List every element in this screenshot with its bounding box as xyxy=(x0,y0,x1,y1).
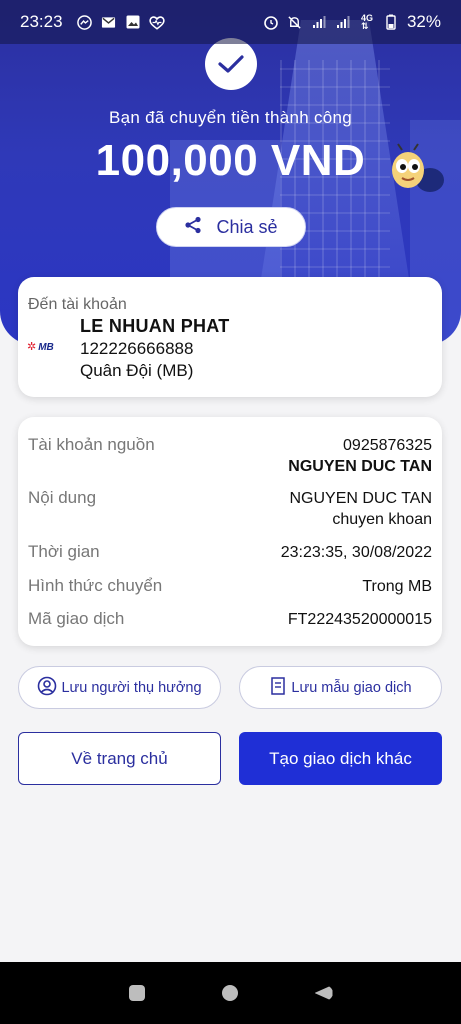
home-button[interactable]: Về trang chủ xyxy=(18,732,221,785)
save-beneficiary-label: Lưu người thụ hưởng xyxy=(61,679,202,696)
destination-label: Đến tài khoản xyxy=(28,296,127,313)
save-template-button[interactable]: Lưu mẫu giao dịch xyxy=(239,666,442,709)
battery-percent: 32% xyxy=(406,12,441,31)
new-transaction-button[interactable]: Tạo giao dịch khác xyxy=(239,732,442,785)
method-label: Hình thức chuyển xyxy=(28,576,163,595)
4g-icon: 4G ⇅ xyxy=(360,13,373,31)
gmail-icon xyxy=(101,14,117,30)
content-label: Nội dung xyxy=(28,488,97,507)
time-value: 23:23:35, 30/08/2022 xyxy=(280,544,432,561)
source-label: Tài khoản nguồn xyxy=(28,435,155,454)
destination-card: Đến tài khoản ✲ MB LE NHUAN PHAT 12222666… xyxy=(18,277,442,397)
detail-row-time: Thời gian 23:23:35, 30/08/2022 xyxy=(28,542,432,563)
gallery-icon xyxy=(125,14,141,30)
code-label: Mã giao dịch xyxy=(28,609,125,628)
system-nav-bar xyxy=(0,962,461,1024)
code-value: FT22243520000015 xyxy=(287,611,432,628)
save-beneficiary-button[interactable]: Lưu người thụ hưởng xyxy=(18,666,221,709)
share-label: Chia sẻ xyxy=(216,216,278,237)
detail-row-code: Mã giao dịch FT22243520000015 xyxy=(28,609,432,630)
mb-bank-logo-icon: ✲ MB xyxy=(27,340,54,353)
back-icon[interactable] xyxy=(314,985,333,1001)
content-line-2: chuyen khoan xyxy=(332,511,432,528)
source-account: 0925876325 xyxy=(343,437,432,454)
receipt-icon xyxy=(269,676,287,700)
mute-icon xyxy=(287,14,303,30)
bee-mascot-icon xyxy=(386,142,446,202)
beneficiary-bank: Quân Đội (MB) xyxy=(80,361,194,380)
recents-icon[interactable] xyxy=(128,985,145,1001)
method-value: Trong MB xyxy=(362,578,432,595)
battery-icon xyxy=(383,14,399,30)
success-check-icon xyxy=(205,38,257,90)
status-time: 23:23 xyxy=(20,12,63,31)
detail-row-source: Tài khoản nguồn 0925876325 NGUYEN DUC TA… xyxy=(28,435,432,477)
signal-icon xyxy=(311,14,327,30)
beneficiary-account: 122226666888 xyxy=(80,339,194,358)
source-name: NGUYEN DUC TAN xyxy=(288,458,432,475)
time-label: Thời gian xyxy=(28,542,100,561)
signal-icon xyxy=(335,14,351,30)
messenger-icon xyxy=(77,14,93,30)
status-bar: 23:23 4G ⇅ 32% xyxy=(0,0,461,44)
success-message: Bạn đã chuyển tiền thành công xyxy=(108,108,353,127)
share-button[interactable]: Chia sẻ xyxy=(156,207,306,247)
home-nav-icon[interactable] xyxy=(221,985,238,1001)
health-icon xyxy=(148,14,165,30)
beneficiary-name: LE NHUAN PHAT xyxy=(80,316,230,336)
transaction-details-card: Tài khoản nguồn 0925876325 NGUYEN DUC TA… xyxy=(18,417,442,646)
alarm-icon xyxy=(263,14,279,30)
save-template-label: Lưu mẫu giao dịch xyxy=(291,679,412,696)
user-circle-icon xyxy=(37,676,57,700)
share-icon xyxy=(184,216,202,239)
detail-row-content: Nội dung NGUYEN DUC TAN chuyen khoan xyxy=(28,488,432,530)
content-line-1: NGUYEN DUC TAN xyxy=(289,490,432,507)
detail-row-method: Hình thức chuyển Trong MB xyxy=(28,576,432,597)
